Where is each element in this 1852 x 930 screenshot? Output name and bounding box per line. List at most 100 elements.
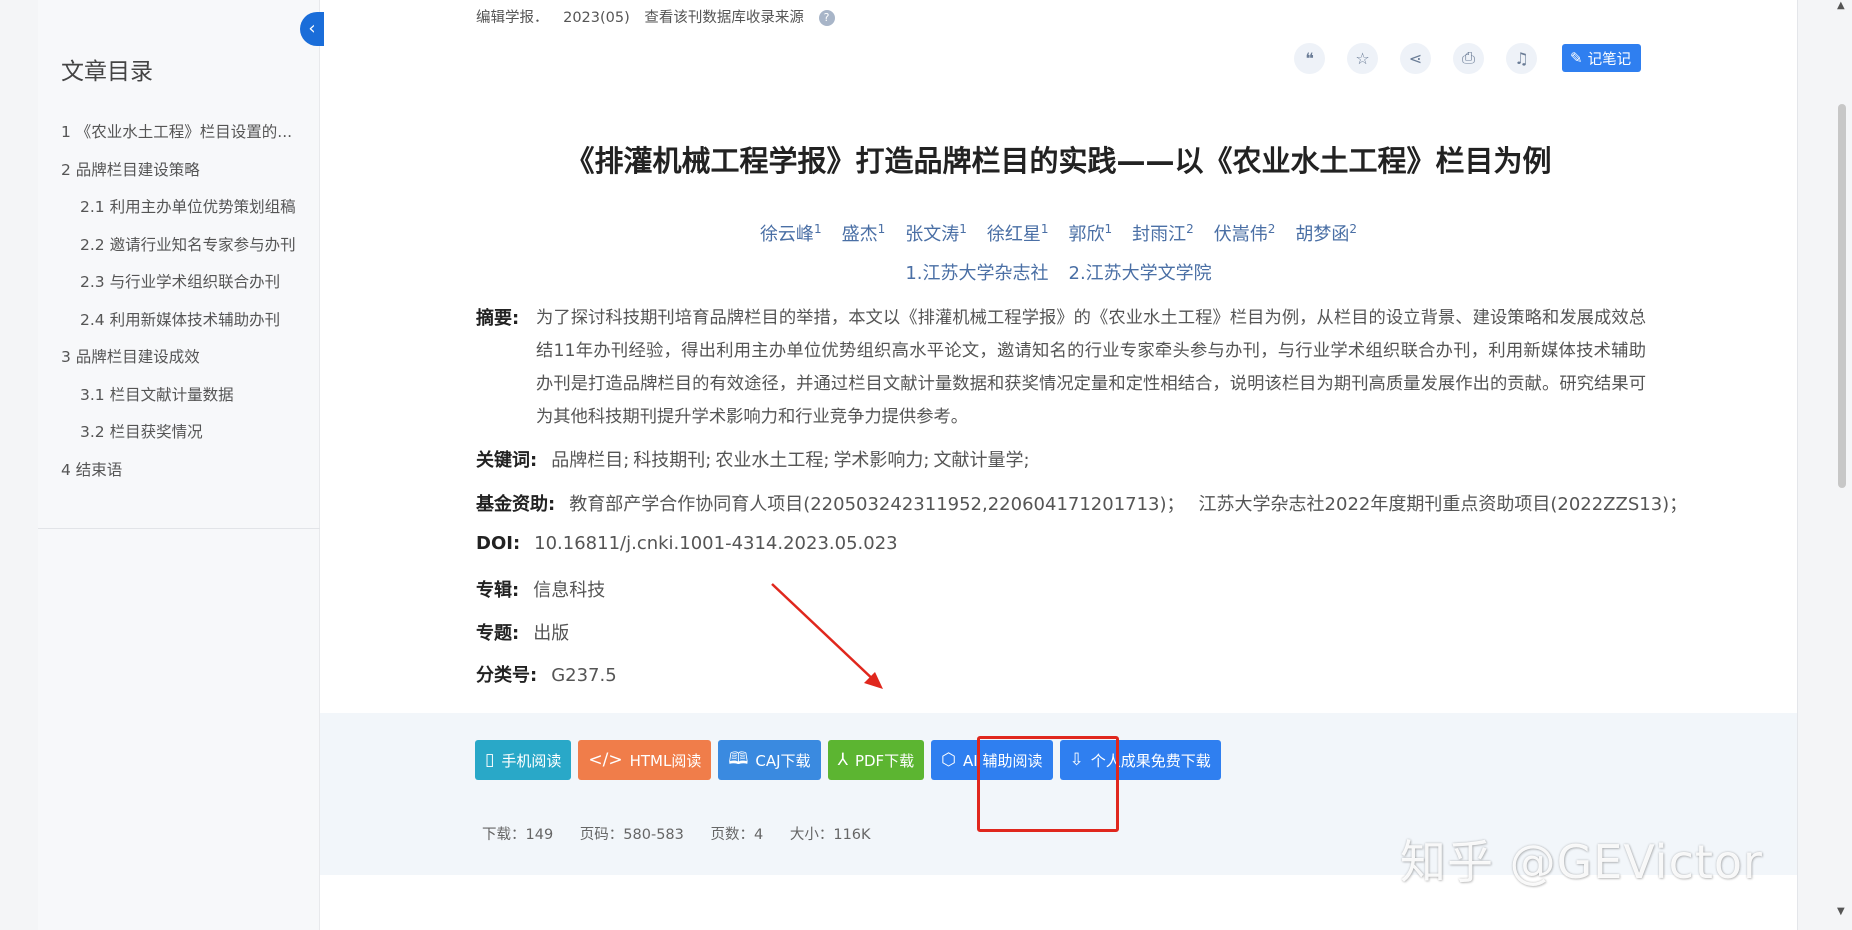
author-link[interactable]: 徐红星1 <box>986 222 1049 245</box>
pdf-download-button[interactable]: ⅄ PDF下载 <box>827 740 925 780</box>
toc-item[interactable]: 2 品牌栏目建设策略 <box>38 158 320 196</box>
html-read-icon: </> <box>588 750 623 770</box>
download-stats: 下载：149 页码：580-583 页数：4 大小：116K <box>482 823 893 844</box>
fund-row: 基金资助: 教育部产学合作协同育人项目(220503242311952,22060… <box>476 490 1701 516</box>
author-affiliation-mark: 1 <box>877 222 886 236</box>
source-line: 编辑学报． 2023(05) 查看该刊数据库收录来源 ? <box>476 6 845 27</box>
fund-label: 基金资助: <box>476 494 556 515</box>
author-link[interactable]: 胡梦函2 <box>1295 222 1358 245</box>
toc-item[interactable]: 2.3 与行业学术组织联合办刊 <box>38 270 320 308</box>
author-affiliation-mark: 1 <box>1040 222 1049 236</box>
mobile-read-icon: ▯ <box>485 750 495 770</box>
scrollbar-thumb[interactable] <box>1838 104 1846 488</box>
toc-list: 1 《农业水土工程》栏目设置的... 2 品牌栏目建设策略 2.1 利用主办单位优势… <box>38 120 320 495</box>
toc-title: 文章目录 <box>61 59 153 85</box>
free-download-label: 个人成果免费下载 <box>1090 751 1211 770</box>
author-affiliation-mark: 2 <box>1186 222 1194 236</box>
author-name: 徐云峰 <box>759 224 814 245</box>
author-link[interactable]: 张文涛1 <box>905 222 967 245</box>
author-affiliation-mark: 2 <box>1267 222 1276 236</box>
toc-item[interactable]: 4 结束语 <box>38 458 320 496</box>
affiliation-link[interactable]: 1.江苏大学杂志社 <box>905 263 1048 284</box>
annotation-arrow-line <box>771 583 879 685</box>
doi-value: 10.16811/j.cnki.1001-4314.2023.05.023 <box>534 533 898 554</box>
abstract-section: 摘要: 为了探讨科技期刊培育品牌栏目的举措，本文以《排灌机械工程学报》的《农业水… <box>476 302 1646 434</box>
keywords-label: 关键词: <box>476 450 538 471</box>
keyword-link[interactable]: 科技期刊; <box>633 450 711 471</box>
toc-item[interactable]: 3.1 栏目文献计量数据 <box>38 383 320 421</box>
keyword-link[interactable]: 农业水土工程; <box>715 450 829 471</box>
doi-label: DOI: <box>476 533 521 554</box>
toc-item[interactable]: 2.1 利用主办单位优势策划组稿 <box>38 195 320 233</box>
abstract-label: 摘要: <box>476 308 520 329</box>
affiliation-link[interactable]: 2.江苏大学文学院 <box>1069 263 1212 284</box>
page-count: 页数：4 <box>710 827 764 843</box>
keyword-link[interactable]: 学术影响力; <box>833 450 929 471</box>
mobile-read-label: 手机阅读 <box>501 751 562 770</box>
print-icon[interactable]: ⎙ <box>1453 42 1484 74</box>
author-affiliation-mark: 1 <box>959 222 967 236</box>
sidebar-divider <box>38 528 320 529</box>
class-value: G237.5 <box>551 665 617 686</box>
star-icon[interactable]: ☆ <box>1347 42 1378 74</box>
share-icon[interactable]: ⋖ <box>1400 42 1431 74</box>
page-range: 页码：580-583 <box>579 827 684 843</box>
journal-name[interactable]: 编辑学报． <box>476 10 549 26</box>
affiliation-list: 1.江苏大学杂志社 2.江苏大学文学院 <box>320 259 1797 285</box>
html-read-button[interactable]: </> HTML阅读 <box>578 740 712 780</box>
author-link[interactable]: 盛杰1 <box>841 222 886 245</box>
toc-sidebar: 文章目录 ‹ 1 《农业水土工程》栏目设置的... 2 品牌栏目建设策略 2.1 利… <box>38 0 324 930</box>
toc-item[interactable]: 2.4 利用新媒体技术辅助办刊 <box>38 308 320 346</box>
scroll-down-icon[interactable]: ▼ <box>1837 906 1845 917</box>
author-name: 徐红星 <box>986 224 1041 245</box>
download-button-row: ▯ 手机阅读 </> HTML阅读 🕮 CAJ下载 ⅄ PDF下载 ⬡ AI 辅助阅读 ⇩ 个人成果免… <box>475 736 1228 832</box>
caj-download-label: CAJ下载 <box>755 751 811 770</box>
take-note-label: 记笔记 <box>1587 51 1632 68</box>
ai-read-icon: ⬡ <box>941 750 957 770</box>
topic-value: 出版 <box>533 623 570 644</box>
take-note-button[interactable]: ✎ 记笔记 <box>1562 44 1642 72</box>
database-source-link[interactable]: 查看该刊数据库收录来源 <box>644 10 804 26</box>
scroll-up-icon[interactable]: ▲ <box>1837 0 1845 11</box>
author-link[interactable]: 郭欣1 <box>1069 222 1113 245</box>
series-label: 专辑: <box>476 580 520 601</box>
series-value: 信息科技 <box>533 580 606 601</box>
keyword-list: 品牌栏目; 科技期刊; 农业水土工程; 学术影响力; 文献计量学; <box>551 450 1033 471</box>
author-link[interactable]: 伏嵩伟2 <box>1213 222 1276 245</box>
free-download-button[interactable]: ⇩ 个人成果免费下载 <box>1059 740 1221 780</box>
toc-item[interactable]: 1 《农业水土工程》栏目设置的... <box>38 120 320 158</box>
journal-issue[interactable]: 2023(05) <box>563 10 630 26</box>
fund-link[interactable]: 江苏大学杂志社2022年度期刊重点资助项目(2022ZZS13)； <box>1199 494 1688 515</box>
author-name: 胡梦函 <box>1295 224 1350 245</box>
pdf-download-icon: ⅄ <box>837 750 848 770</box>
author-affiliation-mark: 2 <box>1349 222 1358 236</box>
topic-label: 专题: <box>476 623 520 644</box>
keyword-link[interactable]: 文献计量学; <box>934 450 1030 471</box>
ai-read-button[interactable]: ⬡ AI 辅助阅读 <box>931 740 1053 780</box>
author-link[interactable]: 封雨江2 <box>1132 222 1194 245</box>
toc-item[interactable]: 3 品牌栏目建设成效 <box>38 345 320 383</box>
caj-download-button[interactable]: 🕮 CAJ下载 <box>718 740 821 780</box>
author-link[interactable]: 徐云峰1 <box>759 222 822 245</box>
author-name: 伏嵩伟 <box>1213 224 1268 245</box>
doi-row: DOI: 10.16811/j.cnki.1001-4314.2023.05.02… <box>476 533 898 554</box>
article-toolbar: ❝ ☆ ⋖ ⎙ ♫ ✎ 记笔记 <box>1294 42 1642 74</box>
file-size: 大小：116K <box>789 827 871 843</box>
help-icon[interactable]: ? <box>818 10 835 26</box>
page-left-margin <box>0 0 38 930</box>
toc-item[interactable]: 2.2 邀请行业知名专家参与办刊 <box>38 233 320 271</box>
author-name: 盛杰 <box>841 224 878 245</box>
fund-link[interactable]: 教育部产学合作协同育人项目(220503242311952,2206041712… <box>569 494 1184 515</box>
toc-item[interactable]: 3.2 栏目获奖情况 <box>38 420 320 458</box>
quote-icon[interactable]: ❝ <box>1294 42 1325 74</box>
scrollbar[interactable]: ▲ ▼ <box>1832 0 1852 930</box>
keyword-link[interactable]: 品牌栏目; <box>551 450 629 471</box>
article-main: 编辑学报． 2023(05) 查看该刊数据库收录来源 ? ❝ ☆ ⋖ ⎙ ♫ ✎ 记笔记… <box>320 0 1797 930</box>
mobile-read-button[interactable]: ▯ 手机阅读 <box>475 740 572 780</box>
download-count: 下载：149 <box>482 827 554 843</box>
pen-icon: ✎ <box>1570 49 1583 67</box>
bell-icon[interactable]: ♫ <box>1506 42 1537 74</box>
topic-row: 专题: 出版 <box>476 619 569 645</box>
series-row: 专辑: 信息科技 <box>476 576 605 602</box>
author-affiliation-mark: 1 <box>1104 222 1113 236</box>
